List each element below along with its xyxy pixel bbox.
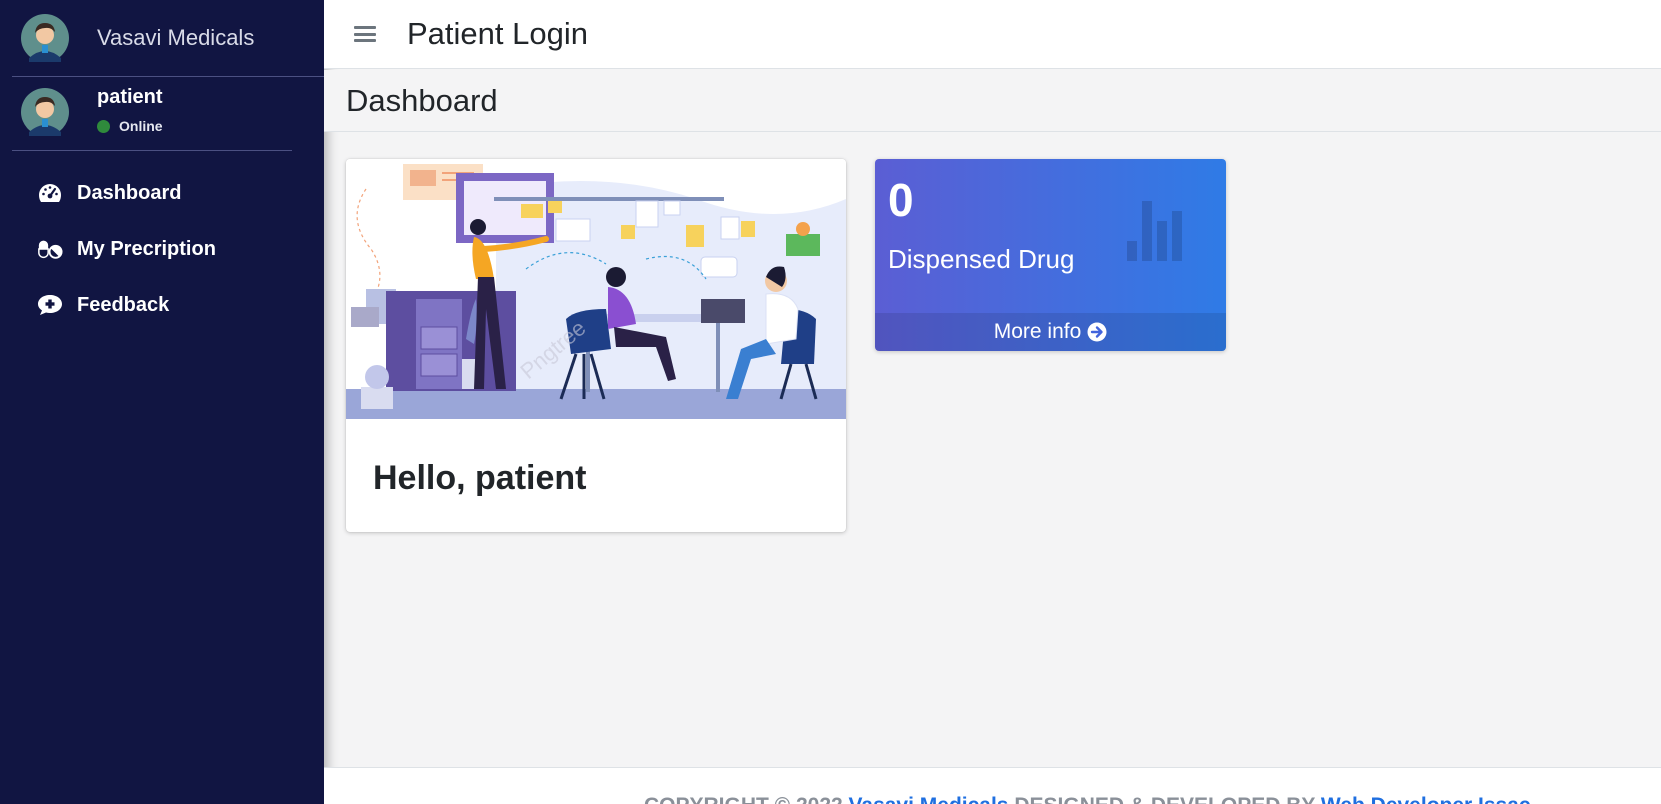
dispensed-drug-label: Dispensed Drug [888,244,1075,274]
top-navbar: Patient Login [324,0,1661,69]
copyright-prefix: COPYRIGHT © 2022 [644,794,843,804]
welcome-greeting: Hello, patient [373,459,587,497]
bar-chart-icon [1127,201,1182,261]
sidebar-item-dashboard[interactable]: Dashboard [0,165,324,221]
dispensed-drug-box: 0 Dispensed Drug More info [875,159,1226,351]
user-avatar [21,88,69,136]
more-info-label: More info [993,320,1082,343]
office-illustration: Pngtree [346,159,846,419]
tachometer-icon [37,180,63,206]
sidebar-item-label: My Precription [77,237,216,260]
footer-developer-link[interactable]: Web Developer Issac [1321,794,1531,804]
content-header: Dashboard [324,70,1661,132]
page-footer: COPYRIGHT © 2022 Vasavi Medicals DESIGNE… [324,767,1661,804]
topbar-title: Patient Login [407,16,588,51]
brand-logo-avatar [21,14,69,62]
copyright-text: COPYRIGHT © 2022 Vasavi Medicals DESIGNE… [644,794,1531,804]
user-status: Online [97,118,163,134]
sidebar-item-my-precription[interactable]: My Precription [0,221,324,277]
user-panel: patient Online [12,77,292,151]
footer-brand-link[interactable]: Vasavi Medicals [849,794,1009,804]
copyright-middle: DESIGNED & DEVELOPED BY [1014,794,1315,804]
brand-name: Vasavi Medicals [97,25,255,50]
sidebar-nav: Dashboard My Precription Feedback [0,165,324,333]
user-info: patient Online [97,86,163,134]
comment-medical-icon [37,292,63,318]
dispensed-drug-count: 0 [888,174,914,226]
sidebar-item-feedback[interactable]: Feedback [0,277,324,333]
user-status-text: Online [119,118,163,134]
sidebar-item-label: Dashboard [77,181,182,204]
welcome-card: Pngtree Hello, patient [346,159,846,532]
arrow-circle-right-icon [1087,322,1107,342]
pills-icon [37,236,63,262]
page-title: Dashboard [346,82,498,118]
brand-link[interactable]: Vasavi Medicals [12,0,324,77]
user-name[interactable]: patient [97,86,163,109]
sidebar: Vasavi Medicals patient Online Dashboard… [0,0,324,804]
menu-toggle-icon[interactable] [354,24,376,44]
online-dot-icon [97,119,110,133]
more-info-link[interactable]: More info [875,313,1226,351]
sidebar-item-label: Feedback [77,293,170,316]
